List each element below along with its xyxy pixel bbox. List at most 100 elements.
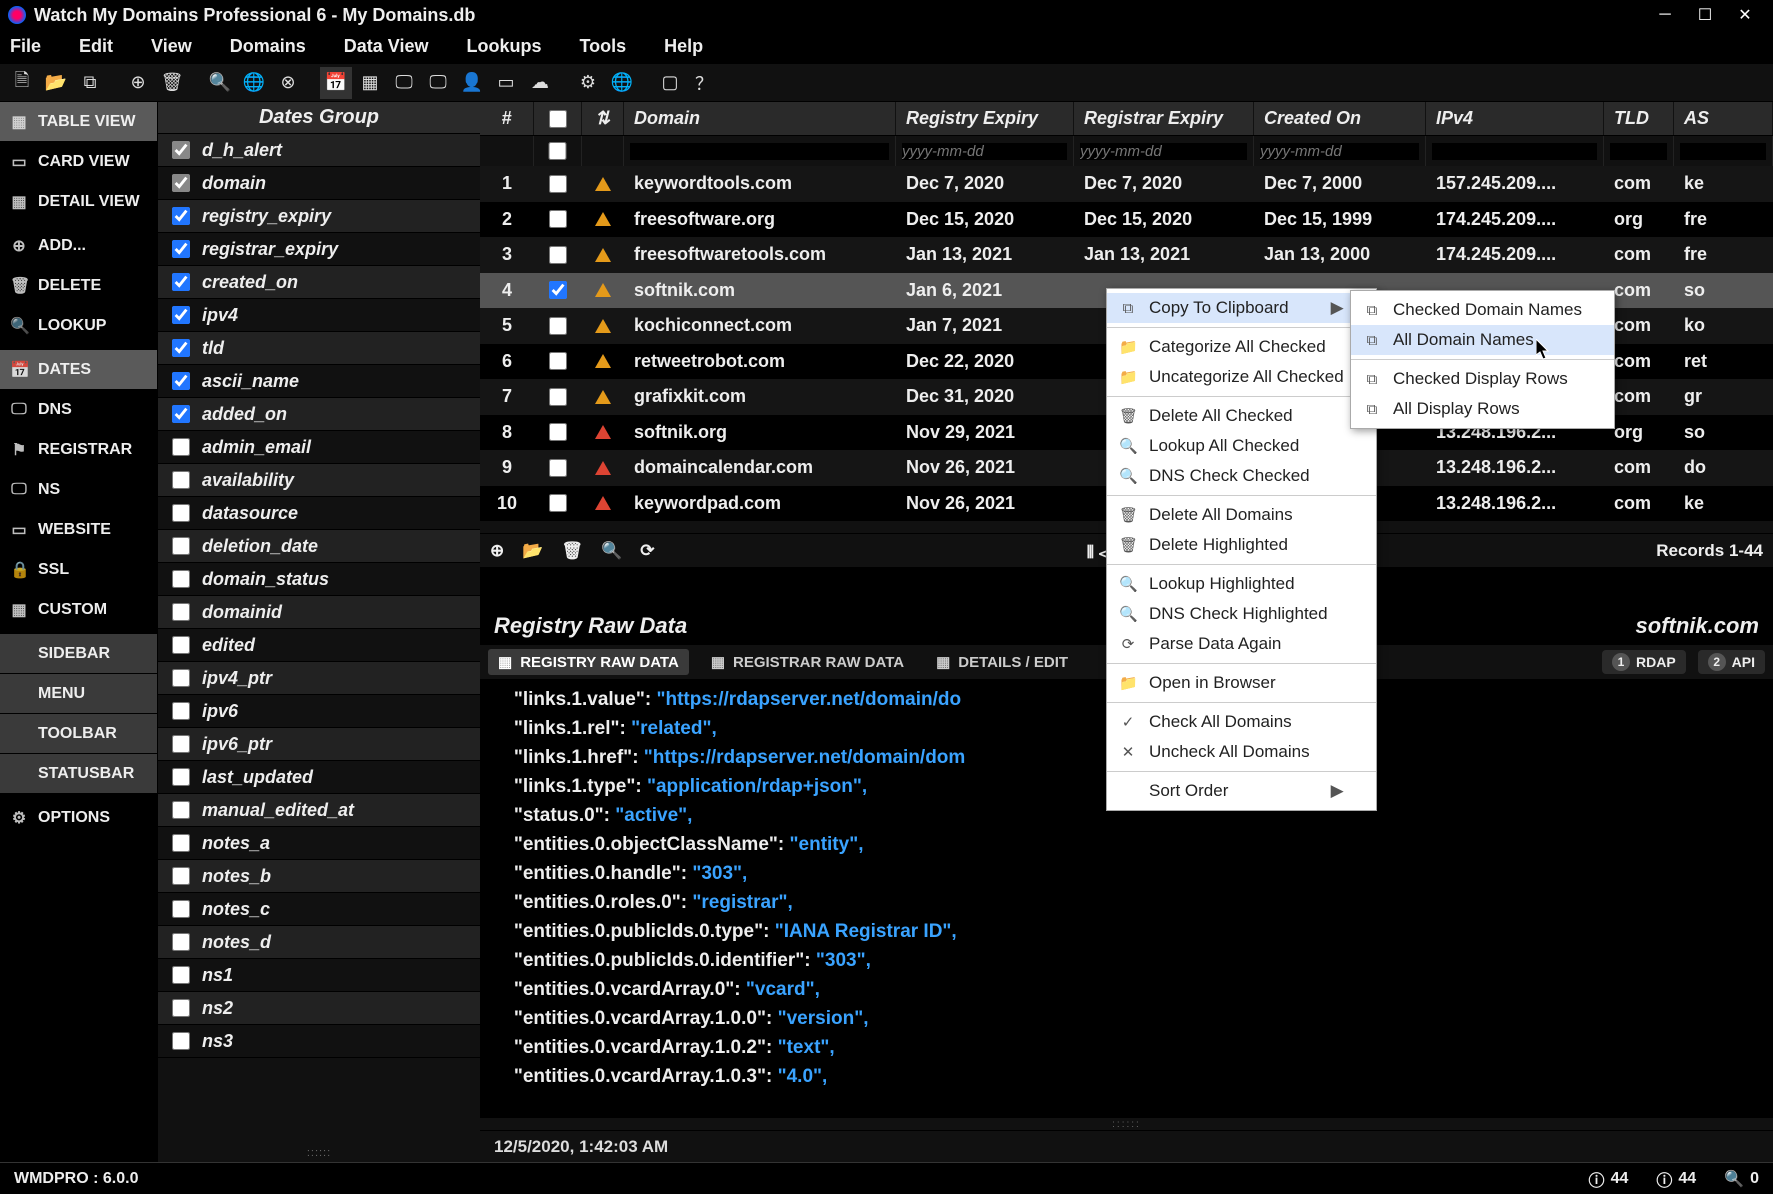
column-checkbox[interactable] <box>172 405 190 423</box>
row-checkbox[interactable] <box>549 388 567 406</box>
filter-ascii[interactable] <box>1680 143 1766 160</box>
filter-check[interactable] <box>540 142 575 160</box>
tab-details-edit[interactable]: ▦DETAILS / EDIT <box>926 649 1078 675</box>
cloud-icon[interactable]: ☁ <box>524 67 556 99</box>
menu-item-all-display-rows[interactable]: ⧉All Display Rows <box>1351 394 1614 424</box>
globe-search-icon[interactable]: 🌐 <box>238 67 270 99</box>
menu-item-all-domain-names[interactable]: ⧉All Domain Names <box>1351 325 1614 355</box>
column-toggle-edited[interactable]: edited <box>158 629 480 662</box>
menu-item-delete-all-checked[interactable]: 🗑Delete All Checked <box>1107 401 1376 431</box>
col-created-on[interactable]: Created On <box>1254 102 1426 135</box>
column-toggle-added_on[interactable]: added_on <box>158 398 480 431</box>
column-checkbox[interactable] <box>172 1032 190 1050</box>
cancel-icon[interactable]: ⊗ <box>272 67 304 99</box>
open-icon[interactable]: 📂 <box>40 67 72 99</box>
column-toggle-ipv4[interactable]: ipv4 <box>158 299 480 332</box>
filter-ip[interactable] <box>1432 143 1597 160</box>
column-checkbox[interactable] <box>172 471 190 489</box>
filter-registrar[interactable] <box>1080 143 1247 160</box>
column-checkbox[interactable] <box>172 801 190 819</box>
col-sort-icon[interactable]: ⇅ <box>582 102 624 135</box>
col-check[interactable] <box>534 102 582 135</box>
tab-registry-raw[interactable]: ▦REGISTRY RAW DATA <box>488 649 689 675</box>
row-checkbox[interactable] <box>549 352 567 370</box>
column-checkbox[interactable] <box>172 999 190 1017</box>
menu-tools[interactable]: Tools <box>579 36 626 57</box>
col-registry-expiry[interactable]: Registry Expiry <box>896 102 1074 135</box>
menu-item-delete-highlighted[interactable]: 🗑Delete Highlighted <box>1107 530 1376 560</box>
row-checkbox[interactable] <box>549 175 567 193</box>
dates-icon[interactable]: 📅 <box>320 67 352 99</box>
menu-item-uncategorize-all-checked[interactable]: 📁Uncategorize All Checked <box>1107 362 1376 392</box>
menu-item-check-all-domains[interactable]: ✓Check All Domains <box>1107 707 1376 737</box>
column-checkbox[interactable] <box>172 339 190 357</box>
column-toggle-registrar_expiry[interactable]: registrar_expiry <box>158 233 480 266</box>
help-icon[interactable]: ？ <box>688 67 720 99</box>
column-checkbox[interactable] <box>172 306 190 324</box>
filter-created[interactable] <box>1260 143 1419 160</box>
ns-icon[interactable]: 🖵 <box>422 67 454 99</box>
menu-edit[interactable]: Edit <box>79 36 113 57</box>
column-toggle-ns3[interactable]: ns3 <box>158 1025 480 1058</box>
column-toggle-last_updated[interactable]: last_updated <box>158 761 480 794</box>
sidebar-item-lookup[interactable]: 🔍LOOKUP <box>0 306 157 346</box>
column-toggle-domain[interactable]: domain <box>158 167 480 200</box>
column-toggle-ipv4_ptr[interactable]: ipv4_ptr <box>158 662 480 695</box>
table-row[interactable]: 1keywordtools.comDec 7, 2020Dec 7, 2020D… <box>480 166 1773 202</box>
column-checkbox[interactable] <box>172 735 190 753</box>
footer-folder-icon[interactable]: 📂 <box>522 541 543 561</box>
column-toggle-ipv6_ptr[interactable]: ipv6_ptr <box>158 728 480 761</box>
column-toggle-domainid[interactable]: domainid <box>158 596 480 629</box>
column-checkbox[interactable] <box>172 702 190 720</box>
add-icon[interactable]: ⊕ <box>122 67 154 99</box>
filter-registry[interactable] <box>902 143 1067 160</box>
menu-item-open-in-browser[interactable]: 📁Open in Browser <box>1107 668 1376 698</box>
sidebar-item-statusbar[interactable]: STATUSBAR <box>0 754 157 794</box>
raw-resize-handle[interactable]: :::::: <box>480 1118 1773 1130</box>
sidebar-item-delete[interactable]: 🗑DELETE <box>0 266 157 306</box>
menu-item-copy-to-clipboard[interactable]: ⧉Copy To Clipboard▶ <box>1107 293 1376 323</box>
menu-item-checked-display-rows[interactable]: ⧉Checked Display Rows <box>1351 364 1614 394</box>
delete-icon[interactable]: 🗑 <box>156 67 188 99</box>
column-toggle-ipv6[interactable]: ipv6 <box>158 695 480 728</box>
window-icon[interactable]: ▭ <box>490 67 522 99</box>
column-toggle-manual_edited_at[interactable]: manual_edited_at <box>158 794 480 827</box>
close-button[interactable]: ✕ <box>1725 2 1765 28</box>
column-checkbox[interactable] <box>172 504 190 522</box>
row-checkbox[interactable] <box>549 459 567 477</box>
context-submenu[interactable]: ⧉Checked Domain Names⧉All Domain Names⧉C… <box>1350 290 1615 429</box>
column-toggle-ascii_name[interactable]: ascii_name <box>158 365 480 398</box>
new-icon[interactable]: 🗎 <box>6 67 38 99</box>
sidebar-item-card-view[interactable]: ▭CARD VIEW <box>0 142 157 182</box>
check-all[interactable] <box>549 110 567 128</box>
gear-icon[interactable]: ⚙ <box>572 67 604 99</box>
column-checkbox[interactable] <box>172 207 190 225</box>
col-ipv4[interactable]: IPv4 <box>1426 102 1604 135</box>
rdap-badge[interactable]: 1RDAP <box>1602 650 1686 674</box>
column-toggle-notes_c[interactable]: notes_c <box>158 893 480 926</box>
menu-item-dns-check-highlighted[interactable]: 🔍DNS Check Highlighted <box>1107 599 1376 629</box>
api-badge[interactable]: 2API <box>1698 650 1765 674</box>
column-checkbox[interactable] <box>172 372 190 390</box>
sidebar-item-ssl[interactable]: 🔒SSL <box>0 550 157 590</box>
column-toggle-notes_a[interactable]: notes_a <box>158 827 480 860</box>
sidebar-item-menu[interactable]: MENU <box>0 674 157 714</box>
column-toggle-availability[interactable]: availability <box>158 464 480 497</box>
row-checkbox[interactable] <box>549 210 567 228</box>
col-tld[interactable]: TLD <box>1604 102 1674 135</box>
column-toggle-datasource[interactable]: datasource <box>158 497 480 530</box>
menu-item-lookup-highlighted[interactable]: 🔍Lookup Highlighted <box>1107 569 1376 599</box>
menu-data-view[interactable]: Data View <box>344 36 429 57</box>
web-icon[interactable]: 🌐 <box>606 67 638 99</box>
menu-file[interactable]: File <box>10 36 41 57</box>
column-toggle-registry_expiry[interactable]: registry_expiry <box>158 200 480 233</box>
tab-registrar-raw[interactable]: ▦REGISTRAR RAW DATA <box>701 649 914 675</box>
search-icon[interactable]: 🔍 <box>204 67 236 99</box>
column-toggle-deletion_date[interactable]: deletion_date <box>158 530 480 563</box>
sidebar-item-custom[interactable]: ▦CUSTOM <box>0 590 157 630</box>
column-toggle-admin_email[interactable]: admin_email <box>158 431 480 464</box>
column-toggle-domain_status[interactable]: domain_status <box>158 563 480 596</box>
column-checkbox[interactable] <box>172 240 190 258</box>
column-checkbox[interactable] <box>172 669 190 687</box>
maximize-button[interactable]: ☐ <box>1685 2 1725 28</box>
